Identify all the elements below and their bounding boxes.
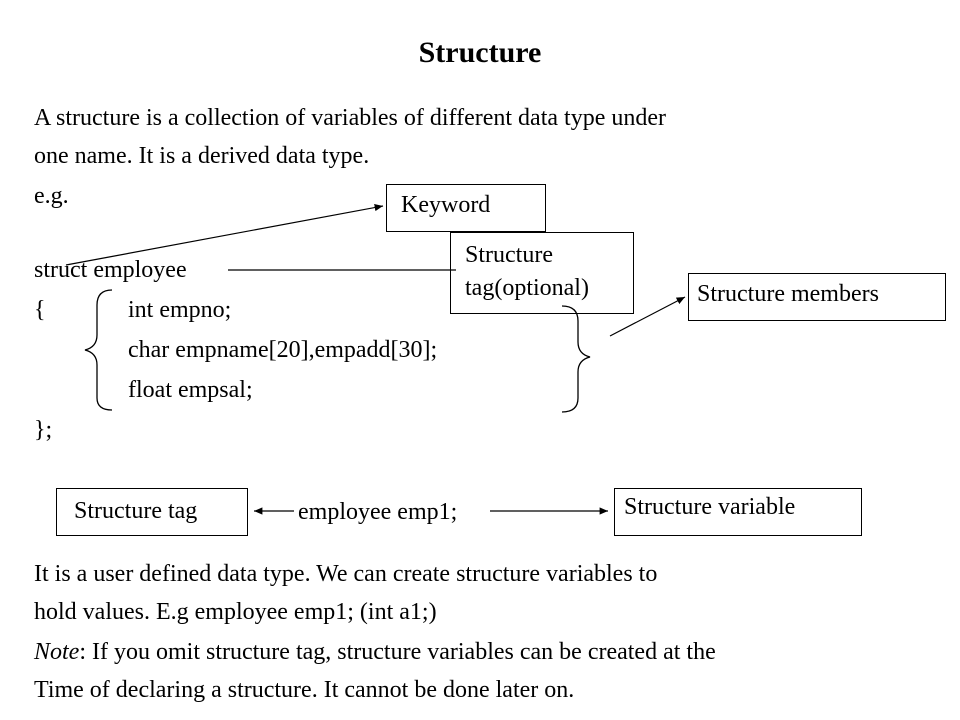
- note-line-2: Time of declaring a structure. It cannot…: [34, 677, 575, 703]
- tag-label-line-1: Structure: [465, 242, 553, 268]
- structure-variable-label: Structure variable: [624, 494, 796, 520]
- structure-members-label: Structure members: [697, 281, 879, 307]
- code-member-1: int empno;: [128, 297, 232, 323]
- code-member-2: char empname[20],empadd[30];: [128, 337, 438, 363]
- code-close-brace: };: [34, 417, 53, 443]
- note-line-1: Note: If you omit structure tag, structu…: [34, 636, 716, 668]
- structure-tag-callout: Structure tag: [56, 488, 248, 536]
- keyword-label: Keyword: [401, 192, 491, 218]
- left-member-brace: [84, 289, 113, 411]
- code-open-brace: {: [34, 297, 46, 323]
- tag-label-line-2: tag(optional): [465, 275, 589, 301]
- note-label: Note: [34, 639, 80, 665]
- declaration-text: employee emp1;: [298, 499, 458, 525]
- intro-line-2: one name. It is a derived data type.: [34, 143, 370, 169]
- eg-label: e.g.: [34, 183, 69, 209]
- right-member-brace: [561, 305, 591, 413]
- structure-tag-optional-callout: Structure tag(optional): [450, 232, 634, 314]
- note-text: : If you omit structure tag, structure v…: [79, 639, 716, 665]
- code-member-3: float empsal;: [128, 377, 253, 403]
- para2-line-1: It is a user defined data type. We can c…: [34, 561, 658, 587]
- intro-line-1: A structure is a collection of variables…: [34, 105, 666, 131]
- structure-tag-label: Structure tag: [74, 498, 198, 524]
- structure-variable-callout: Structure variable: [614, 488, 862, 536]
- code-struct-line: struct employee: [34, 257, 187, 283]
- page-title: Structure: [418, 36, 542, 69]
- para2-line-2: hold values. E.g employee emp1; (int a1;…: [34, 599, 437, 625]
- keyword-callout: Keyword: [386, 184, 546, 232]
- structure-members-callout: Structure members: [688, 273, 946, 321]
